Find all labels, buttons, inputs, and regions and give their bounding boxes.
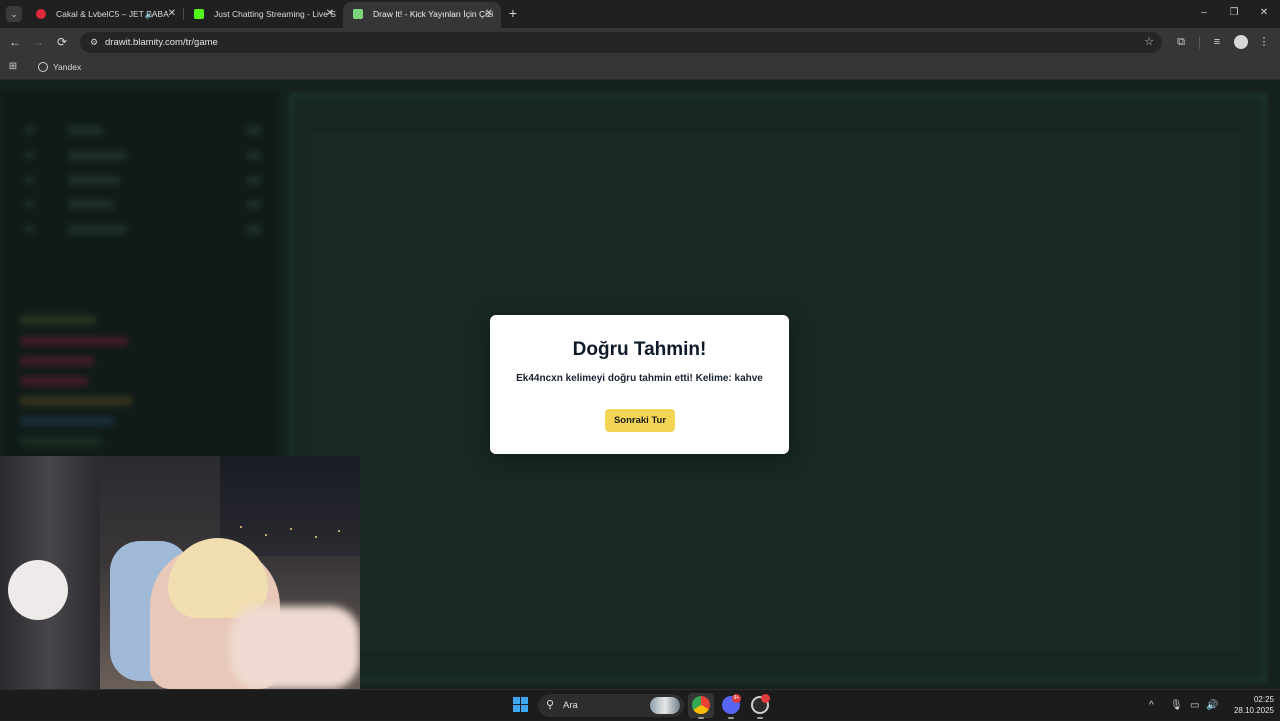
taskbar-clock[interactable]: 02:25 28.10.2025: [1224, 694, 1274, 716]
modal-message: Ek44ncxn kelimeyi doğru tahmin etti! Kel…: [516, 373, 763, 384]
extensions-icon[interactable]: ⧉: [1173, 34, 1189, 50]
speaker-icon[interactable]: 🔈: [145, 2, 156, 26]
close-icon[interactable]: ✕: [326, 2, 334, 26]
youtube-icon: [36, 9, 46, 19]
volume-icon[interactable]: 🔊: [1206, 690, 1218, 721]
bookmark-label: Yandex: [53, 62, 82, 72]
clock-time: 02:25: [1253, 695, 1274, 704]
forward-icon[interactable]: →: [29, 33, 47, 51]
clock-date: 28.10.2025: [1233, 706, 1274, 715]
running-indicator: [698, 717, 704, 719]
address-bar[interactable]: ⚙ drawit.blamity.com/tr/game ☆: [80, 32, 1162, 53]
tab-search-chevron-icon[interactable]: ⌄: [6, 6, 22, 22]
windows-taskbar: ⚲ Ara 9+ ^ 🎙 ▭ 🔊 02:25 28.10.2025: [0, 689, 1280, 720]
media-controls-icon[interactable]: ≡: [1209, 34, 1225, 50]
webcam-plush-toy: [8, 560, 68, 620]
webcam-overlay: [0, 456, 360, 689]
running-indicator: [728, 717, 734, 719]
kick-icon: [194, 9, 204, 19]
new-tab-button[interactable]: +: [505, 4, 521, 22]
chrome-icon[interactable]: [692, 696, 710, 714]
back-icon[interactable]: ←: [6, 33, 24, 51]
tab-draw-it[interactable]: Draw It! - Kick Yayınları İçin Çizi ✕: [343, 2, 501, 28]
webcam-window-view: [220, 456, 360, 556]
tab-strip: ⌄ Cakal & LvbelC5 – JET BABA 🔈 ✕ Just Ch…: [0, 0, 1280, 28]
tray-chevron-up-icon[interactable]: ^: [1149, 690, 1154, 721]
close-icon[interactable]: ✕: [168, 2, 176, 26]
search-label: Ara: [563, 700, 578, 711]
tab-title: Just Chatting Streaming - Live S: [214, 9, 336, 19]
display-icon[interactable]: ▭: [1190, 690, 1199, 721]
profile-avatar[interactable]: [1234, 35, 1248, 49]
window-close-icon[interactable]: ✕: [1254, 4, 1274, 22]
close-icon[interactable]: ✕: [485, 2, 493, 26]
bookmark-yandex[interactable]: Yandex: [38, 56, 81, 80]
microphone-icon[interactable]: 🎙: [1170, 690, 1183, 721]
correct-guess-modal: Doğru Tahmin! Ek44ncxn kelimeyi doğru ta…: [490, 315, 789, 454]
windows-start-icon[interactable]: [513, 697, 529, 713]
running-indicator: [757, 717, 763, 719]
browser-toolbar: ← → ⟳ ⚙ drawit.blamity.com/tr/game ☆ ⧉ ≡…: [0, 28, 1280, 56]
reload-icon[interactable]: ⟳: [53, 33, 71, 51]
toolbar-divider: [1199, 37, 1200, 49]
taskbar-search[interactable]: ⚲ Ara: [538, 694, 684, 717]
site-info-icon[interactable]: ⚙: [88, 36, 100, 48]
globe-icon: [38, 62, 48, 72]
bookmarks-bar: ⊞ Yandex: [0, 56, 1280, 80]
tab-just-chatting[interactable]: Just Chatting Streaming - Live S ✕: [184, 2, 342, 28]
notification-badge: [761, 694, 770, 703]
search-highlight-image: [650, 697, 680, 714]
modal-title: Doğru Tahmin!: [572, 339, 707, 360]
search-icon: ⚲: [546, 699, 555, 711]
game-page: Doğru Tahmin! Ek44ncxn kelimeyi doğru ta…: [0, 80, 1280, 689]
url-text: drawit.blamity.com/tr/game: [105, 37, 218, 48]
apps-grid-icon[interactable]: ⊞: [7, 61, 19, 73]
webcam-hand: [230, 606, 360, 689]
bookmark-star-icon[interactable]: ☆: [1144, 32, 1154, 53]
more-menu-icon[interactable]: ⋮: [1256, 34, 1272, 50]
minimize-icon[interactable]: –: [1194, 4, 1214, 22]
tab-title: Draw It! - Kick Yayınları İçin Çizi: [373, 9, 494, 19]
next-round-button[interactable]: Sonraki Tur: [605, 409, 675, 432]
tab-cakal-stream[interactable]: Cakal & LvbelC5 – JET BABA 🔈 ✕: [26, 2, 184, 28]
discord-notification-badge: 9+: [732, 694, 741, 703]
restore-icon[interactable]: ❐: [1224, 4, 1244, 22]
pencil-icon: [353, 9, 363, 19]
